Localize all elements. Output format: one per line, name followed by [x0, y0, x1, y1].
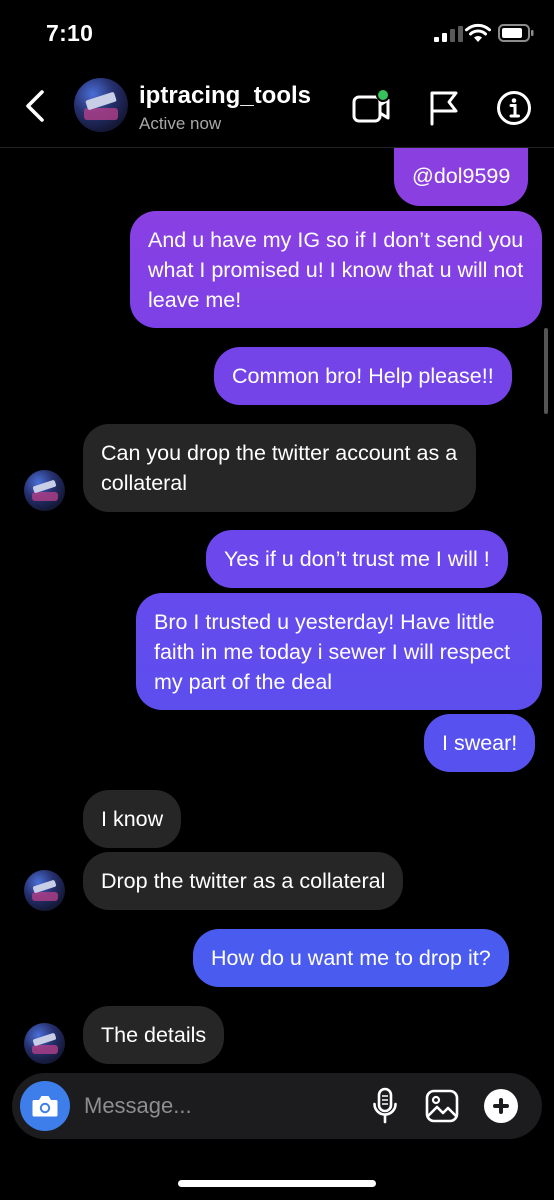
camera-button[interactable]	[20, 1081, 70, 1131]
add-icon[interactable]	[484, 1089, 518, 1123]
received-message[interactable]: Can you drop the twitter account as a co…	[83, 424, 476, 512]
status-bar: 7:10	[0, 0, 554, 66]
battery-icon	[498, 24, 534, 42]
home-indicator[interactable]	[178, 1180, 376, 1187]
message-input[interactable]	[84, 1087, 354, 1125]
sent-message[interactable]: How do u want me to drop it?	[193, 929, 509, 987]
received-message[interactable]: Drop the twitter as a collateral	[83, 852, 404, 910]
scrollbar[interactable]	[544, 328, 548, 414]
contact-name[interactable]: iptracing_tools	[139, 82, 311, 110]
sent-message[interactable]: Common bro! Help please!!	[214, 347, 512, 405]
info-icon[interactable]	[496, 90, 532, 126]
message-composer	[12, 1073, 542, 1139]
cellular-signal-icon	[434, 26, 463, 42]
video-call-icon[interactable]	[351, 88, 391, 126]
contact-avatar-small[interactable]	[24, 870, 65, 911]
sent-message[interactable]: Bro I trusted u yesterday! Have little f…	[136, 593, 542, 710]
contact-active-status: Active now	[139, 114, 222, 133]
received-message[interactable]: The details	[83, 1006, 225, 1064]
chat-header: iptracing_tools Active now	[0, 70, 554, 148]
microphone-icon[interactable]	[372, 1087, 398, 1125]
camera-icon	[32, 1096, 58, 1117]
sent-message[interactable]: Yes if u don’t trust me I will !	[206, 530, 508, 588]
gallery-icon[interactable]	[425, 1089, 459, 1123]
sent-message[interactable]: And u have my IG so if I don’t send you …	[130, 211, 542, 328]
status-time: 7:10	[46, 20, 94, 46]
contact-avatar-small[interactable]	[24, 1023, 65, 1064]
back-icon[interactable]	[20, 86, 52, 126]
received-message[interactable]: I know	[83, 790, 182, 848]
flag-icon[interactable]	[428, 90, 460, 126]
contact-avatar-small[interactable]	[24, 470, 65, 511]
contact-avatar[interactable]	[74, 78, 128, 132]
sent-message[interactable]: I swear!	[424, 714, 536, 772]
sent-message[interactable]: @dol9599	[394, 148, 529, 206]
wifi-icon	[465, 23, 491, 42]
